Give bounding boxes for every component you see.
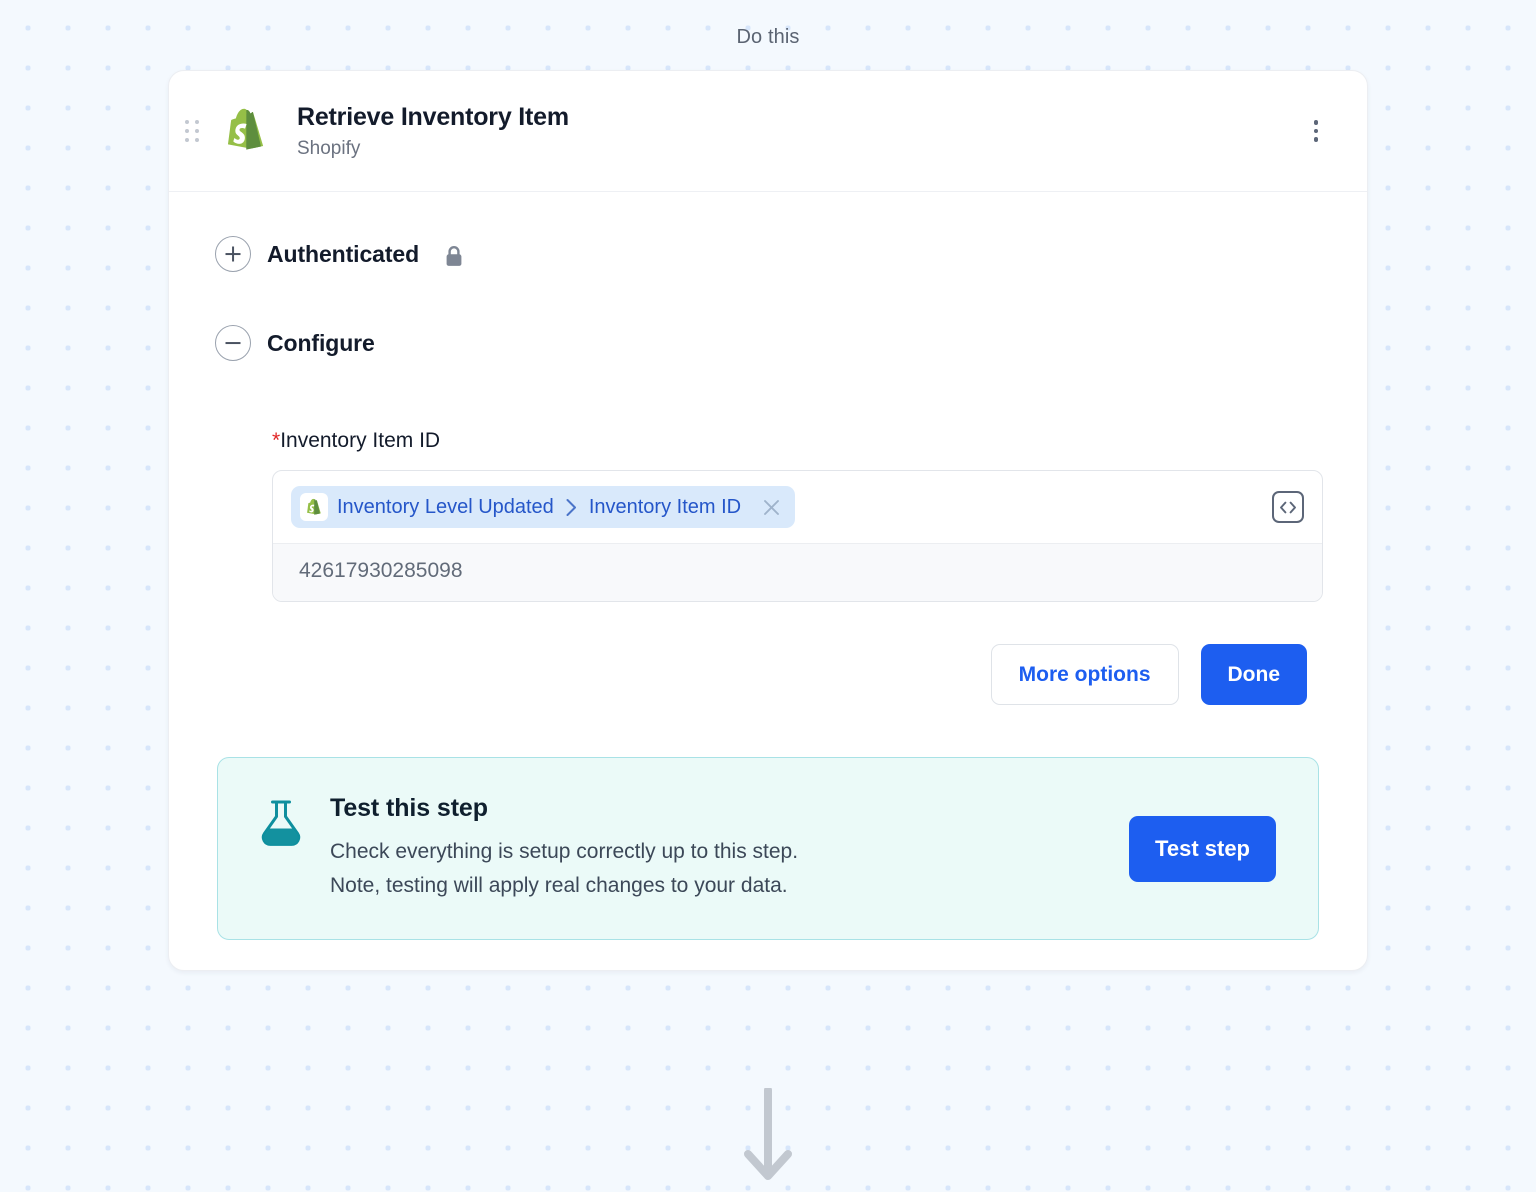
page-title: Retrieve Inventory Item	[297, 103, 569, 131]
resolved-value: 42617930285098	[273, 543, 1322, 602]
section-authenticated-label: Authenticated	[267, 240, 420, 267]
test-step-description: Check everything is setup correctly up t…	[330, 835, 1103, 903]
inventory-item-id-field-block: *Inventory Item ID Inventory Level Updat…	[197, 429, 1339, 706]
token-field-label: Inventory Item ID	[588, 495, 742, 518]
shopify-logo-icon	[219, 103, 275, 159]
drag-handle-icon[interactable]	[169, 120, 209, 143]
drag-handle-dots	[185, 120, 199, 143]
canvas-top-label: Do this	[736, 26, 800, 48]
token-source-label: Inventory Level Updated	[337, 495, 554, 518]
test-step-button[interactable]: Test step	[1129, 815, 1276, 882]
inventory-item-id-label: *Inventory Item ID	[272, 429, 1323, 453]
more-options-button[interactable]: More options	[990, 644, 1179, 706]
plus-circle-icon[interactable]	[215, 236, 251, 273]
test-step-description-line2: Note, testing will apply real changes to…	[330, 874, 788, 898]
test-step-title: Test this step	[330, 794, 488, 823]
arrow-down-icon	[0, 1088, 1536, 1188]
code-brackets-icon[interactable]	[1272, 491, 1304, 524]
test-step-text: Test this step Check everything is setup…	[330, 794, 1103, 903]
chevron-right-icon	[565, 498, 578, 517]
field-action-row: More options Done	[272, 644, 1323, 706]
step-app-name: Shopify	[297, 137, 361, 159]
kebab-menu-icon[interactable]	[1299, 114, 1333, 148]
lock-icon	[444, 245, 464, 268]
required-marker: *	[272, 429, 281, 453]
step-header-text: Retrieve Inventory Item Shopify	[297, 102, 1299, 160]
minus-circle-icon[interactable]	[215, 325, 251, 362]
field-label-text: Inventory Item ID	[280, 429, 441, 453]
section-configure[interactable]: Configure	[197, 315, 1339, 371]
close-icon[interactable]	[762, 498, 781, 517]
step-card-header: Retrieve Inventory Item Shopify	[169, 71, 1367, 193]
shopify-logo-icon	[300, 493, 328, 522]
flask-icon	[258, 798, 304, 851]
section-authenticated[interactable]: Authenticated	[197, 226, 1339, 282]
inventory-item-id-input[interactable]: Inventory Level Updated Inventory Item I…	[272, 470, 1323, 603]
step-card-body: Authenticated Configure *Inventory Item …	[169, 192, 1367, 970]
test-step-panel: Test this step Check everything is setup…	[217, 757, 1319, 941]
test-step-description-line1: Check everything is setup correctly up t…	[330, 840, 799, 864]
done-button[interactable]: Done	[1200, 644, 1307, 706]
step-card: Retrieve Inventory Item Shopify Authenti…	[168, 70, 1368, 972]
section-configure-label: Configure	[267, 329, 375, 356]
data-token-chip[interactable]: Inventory Level Updated Inventory Item I…	[291, 486, 796, 529]
token-row: Inventory Level Updated Inventory Item I…	[273, 471, 1322, 543]
